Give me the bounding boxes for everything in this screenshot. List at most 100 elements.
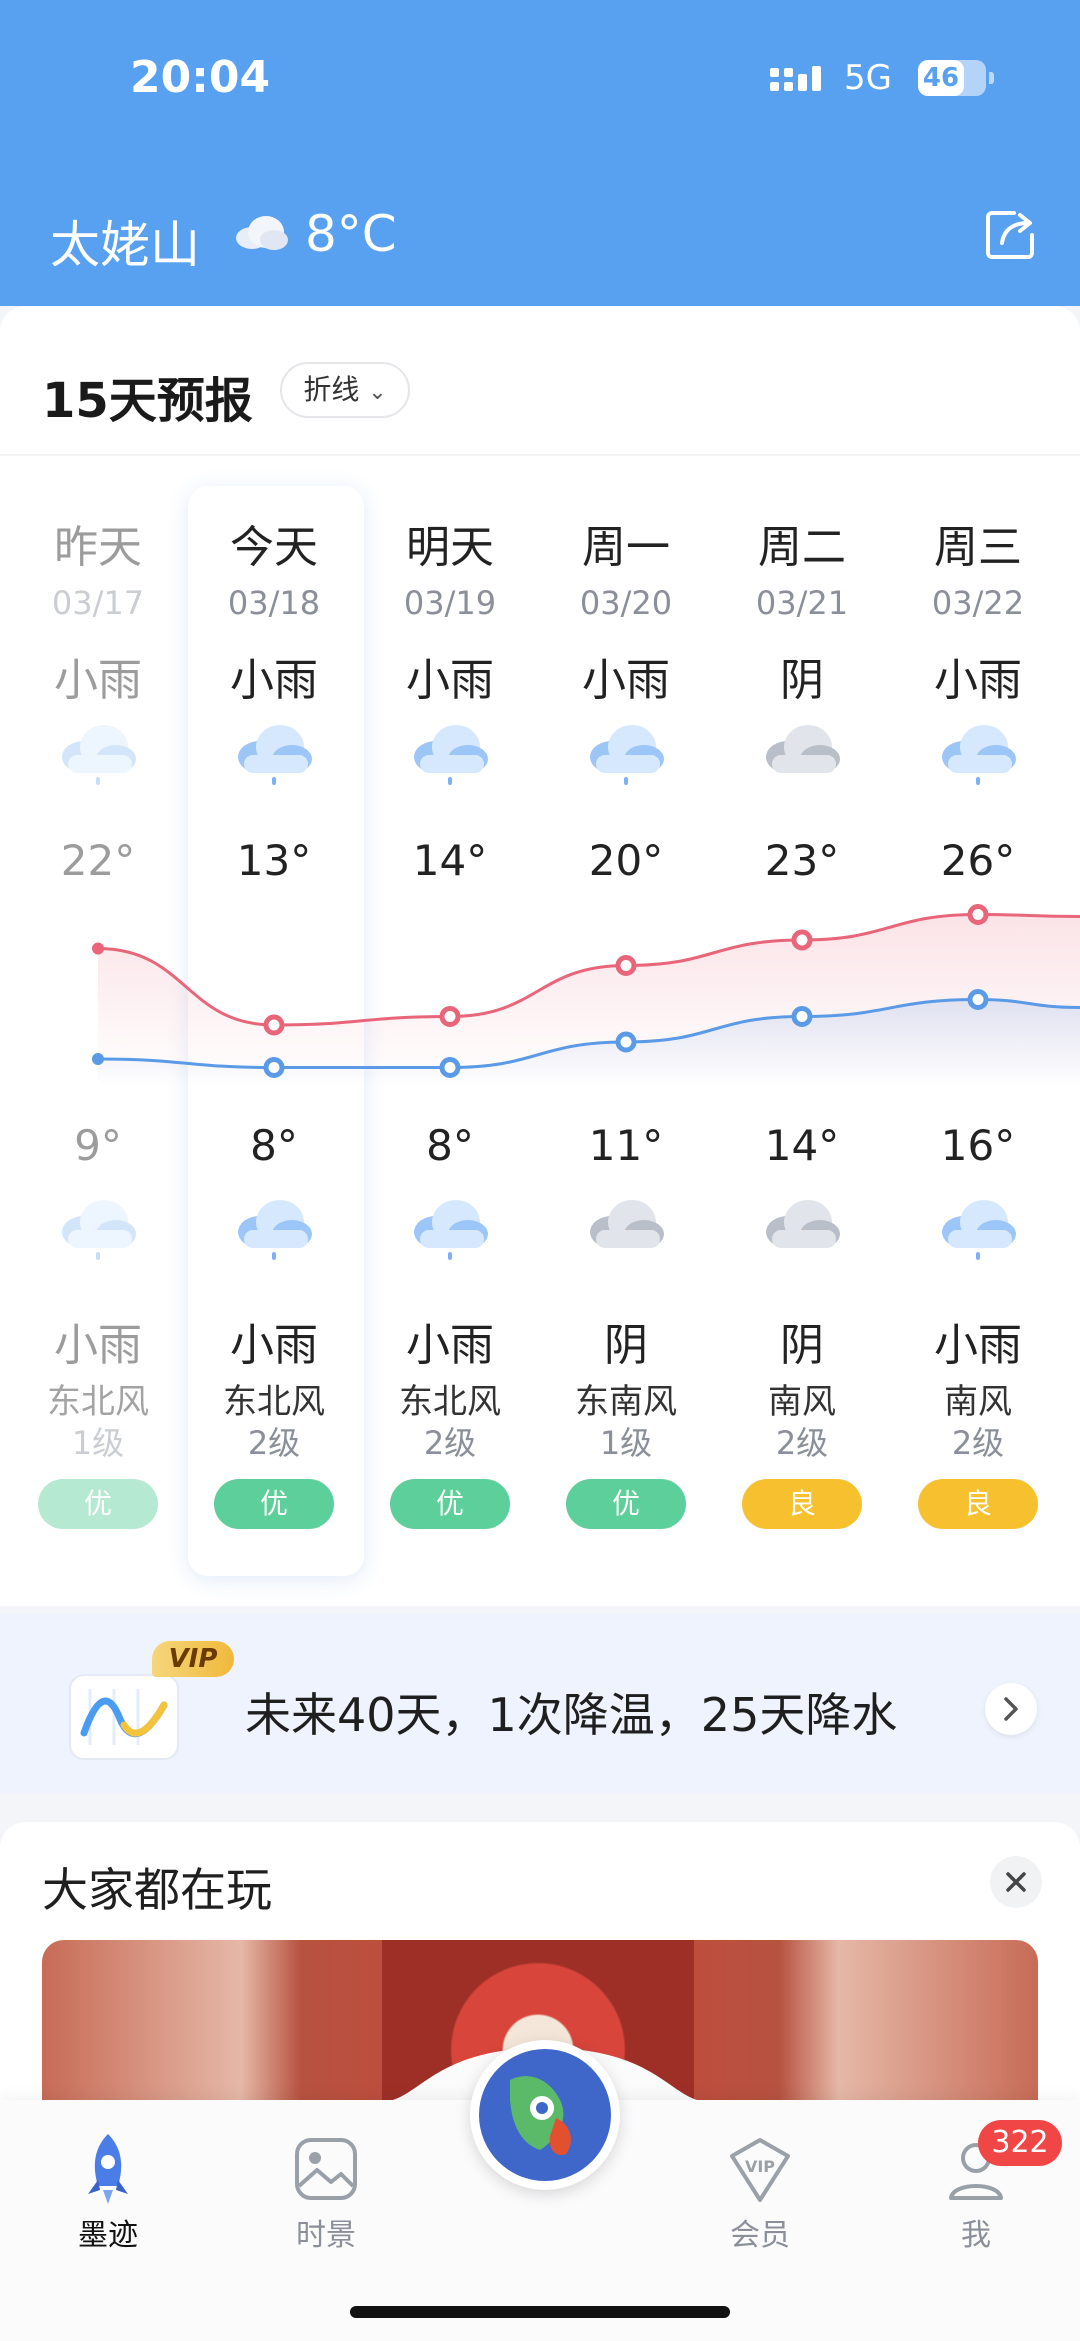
day-label: 昨天: [54, 522, 142, 573]
divider: [0, 454, 1080, 456]
forecast-card: 15天预报 折线 ⌄ 昨天 03/17 小雨 22° 9° 小雨 东北风 1级优今天 03/18…: [0, 306, 1080, 1606]
day-weather: 阴: [780, 655, 824, 706]
day-label: 今天: [230, 522, 318, 573]
cloudy-icon: [590, 1200, 664, 1248]
wind-direction: 南风: [768, 1382, 836, 1422]
rain-cloud-icon: [62, 1200, 136, 1260]
wind-direction: 东北风: [47, 1382, 149, 1422]
rain-cloud-icon: [62, 725, 136, 785]
network-type: 5G: [844, 58, 892, 98]
cloudy-icon: [766, 1200, 840, 1248]
high-temp: 20°: [588, 836, 664, 885]
date-label: 03/18: [227, 584, 321, 622]
high-temp-point: [967, 904, 989, 925]
night-weather: 小雨: [406, 1320, 494, 1371]
chart-mode-label: 折线: [303, 373, 360, 406]
aqi-badge: 优: [566, 1479, 686, 1529]
day-label: 周三: [934, 522, 1022, 573]
rocket-icon: [88, 2134, 128, 2204]
wind-direction: 东北风: [223, 1382, 325, 1422]
high-temp-point: [791, 929, 813, 951]
low-temp-point: [439, 1057, 461, 1078]
chart-mode-dropdown[interactable]: 折线 ⌄: [280, 362, 410, 418]
high-temp: 13°: [236, 836, 312, 885]
aqi-badge: 优: [390, 1479, 510, 1529]
temperature-chart: [92, 904, 1080, 1086]
rain-cloud-icon: [942, 1200, 1016, 1260]
low-temp-point: [967, 989, 989, 1010]
home-indicator: [350, 2306, 730, 2318]
high-temp: 23°: [764, 836, 840, 885]
night-weather: 阴: [780, 1320, 824, 1371]
vip-banner-text: 未来40天，1次降温，25天降水: [245, 1688, 898, 1742]
night-weather: 阴: [604, 1320, 648, 1371]
day-weather: 小雨: [54, 655, 142, 706]
wind-level: 2级: [775, 1424, 829, 1462]
header-bar: 20:04 5G 46 太姥山 8°C: [0, 0, 1080, 306]
tab-label-me: 我: [961, 2218, 991, 2253]
cloud-icon: [236, 216, 288, 250]
vip-forecast-banner[interactable]: VIP 未来40天，1次降温，25天降水: [0, 1613, 1080, 1793]
date-label: 03/19: [403, 584, 497, 622]
low-temp-point: [791, 1006, 813, 1027]
tab-scenery[interactable]: [266, 2130, 386, 2208]
high-temp: 26°: [940, 836, 1016, 885]
low-temp: 8°: [426, 1121, 474, 1170]
rain-cloud-icon: [414, 725, 488, 785]
chevron-right-icon[interactable]: [985, 1683, 1037, 1735]
date-label: 03/22: [931, 584, 1025, 622]
low-temp: 11°: [588, 1121, 664, 1170]
rain-cloud-icon: [590, 725, 664, 785]
wind-level: 1级: [599, 1424, 653, 1462]
low-temp: 14°: [764, 1121, 840, 1170]
vip-icon: VIP: [730, 2138, 790, 2202]
location-name[interactable]: 太姥山: [50, 205, 200, 277]
low-temp: 16°: [940, 1121, 1016, 1170]
day-weather: 小雨: [406, 655, 494, 706]
low-temp: 9°: [74, 1121, 122, 1170]
tab-label-scenery: 时景: [296, 2218, 356, 2253]
wind-direction: 南风: [944, 1382, 1012, 1422]
tab-label-vip: 会员: [730, 2218, 790, 2253]
low-temp: 8°: [250, 1121, 298, 1170]
status-time: 20:04: [130, 52, 271, 103]
tab-vip[interactable]: VIP: [700, 2130, 820, 2210]
high-temp-point: [439, 1006, 461, 1027]
date-label: 03/20: [579, 584, 673, 622]
aqi-badge: 良: [742, 1479, 862, 1529]
vip-badge: VIP: [152, 1641, 234, 1677]
high-temp-point: [263, 1014, 285, 1036]
day-weather: 小雨: [230, 655, 318, 706]
low-temp-point: [263, 1057, 285, 1078]
share-icon[interactable]: [980, 205, 1040, 265]
high-temp-point: [615, 955, 637, 976]
date-label: 03/17: [51, 584, 145, 622]
aqi-badge: 优: [38, 1479, 158, 1529]
battery-icon: 46: [918, 60, 994, 96]
close-icon[interactable]: [990, 1856, 1042, 1908]
night-weather: 小雨: [934, 1320, 1022, 1371]
high-temp-point: [92, 942, 104, 955]
low-temp-point: [615, 1031, 637, 1053]
rain-cloud-icon: [414, 1200, 488, 1260]
aqi-badge: 良: [918, 1479, 1038, 1529]
day-label: 明天: [406, 522, 494, 573]
low-temp-point: [92, 1053, 104, 1065]
current-temperature: 8°C: [305, 205, 397, 263]
wind-level: 2级: [951, 1424, 1005, 1462]
chevron-down-icon: ⌄: [368, 380, 387, 405]
radar-button[interactable]: [470, 2040, 620, 2190]
rain-cloud-icon: [238, 1200, 312, 1260]
day-label: 周一: [582, 522, 670, 573]
photo-icon: [295, 2138, 357, 2200]
day-weather: 小雨: [934, 655, 1022, 706]
signal-icon: [770, 66, 821, 91]
rain-cloud-icon: [942, 725, 1016, 785]
wind-level: 2级: [247, 1424, 301, 1462]
wind-direction: 东北风: [399, 1382, 501, 1422]
tab-moji[interactable]: [48, 2130, 168, 2214]
section-title: 大家都在玩: [42, 1863, 272, 1917]
svg-text:VIP: VIP: [745, 2157, 775, 2176]
cloudy-icon: [766, 725, 840, 773]
forecast-title: 15天预报: [42, 373, 253, 429]
